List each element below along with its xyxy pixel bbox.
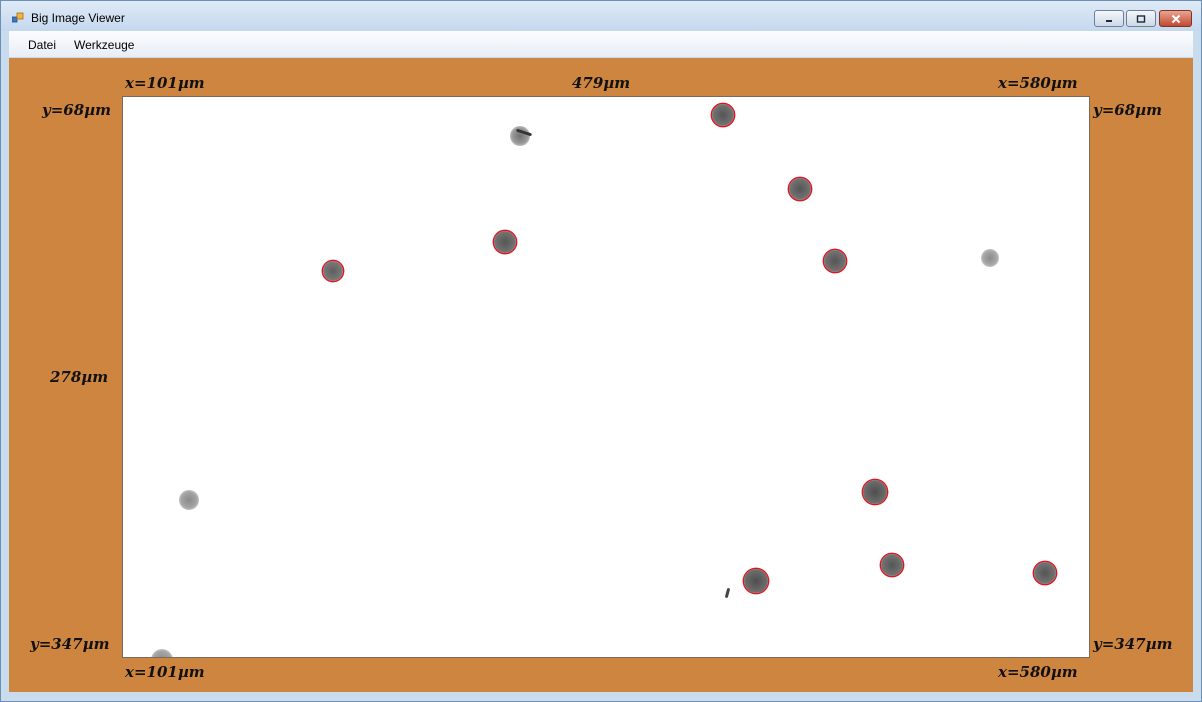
cell-detected[interactable] <box>1034 562 1056 584</box>
label-left-middle: 278µm <box>50 368 109 386</box>
viewer-canvas[interactable]: x=101µm 479µm x=580µm y=68µm 278µm y=347… <box>9 58 1193 692</box>
maximize-button[interactable] <box>1126 10 1156 27</box>
label-top-center: 479µm <box>572 74 631 92</box>
cell-detected[interactable] <box>824 250 846 272</box>
cell-detected[interactable] <box>712 104 734 126</box>
label-top-right-x: x=580µm <box>998 74 1078 92</box>
app-window: Big Image Viewer Datei Werkzeuge x=101µm… <box>0 0 1202 702</box>
close-icon <box>1160 11 1191 26</box>
label-bottom-right-x: x=580µm <box>998 663 1078 681</box>
cell-detected[interactable] <box>323 261 343 281</box>
menu-bar: Datei Werkzeuge <box>9 31 1193 57</box>
minimize-icon <box>1095 11 1123 26</box>
cell-detected[interactable] <box>789 178 811 200</box>
debris-mark <box>724 587 731 599</box>
minimize-button[interactable] <box>1094 10 1124 27</box>
cell-unmarked <box>981 249 999 267</box>
label-left-top-y: y=68µm <box>42 101 112 119</box>
cell-detected[interactable] <box>494 231 516 253</box>
microscope-image[interactable] <box>122 96 1090 658</box>
label-right-bottom-y: y=347µm <box>1093 635 1173 653</box>
window-title: Big Image Viewer <box>31 11 125 25</box>
cell-detected[interactable] <box>881 554 903 576</box>
label-bottom-left-x: x=101µm <box>125 663 205 681</box>
menu-item-werkzeuge[interactable]: Werkzeuge <box>74 38 134 52</box>
cell-unmarked <box>151 649 173 657</box>
menu-item-datei[interactable]: Datei <box>28 38 56 52</box>
cell-unmarked <box>179 490 199 510</box>
close-button[interactable] <box>1159 10 1192 27</box>
label-right-top-y: y=68µm <box>1093 101 1163 119</box>
label-top-left-x: x=101µm <box>125 74 205 92</box>
restore-icon <box>1127 11 1155 26</box>
app-windows-icon[interactable] <box>11 11 24 23</box>
label-left-bottom-y: y=347µm <box>30 635 110 653</box>
cell-detected[interactable] <box>744 569 768 593</box>
title-bar[interactable]: Big Image Viewer <box>1 1 1201 31</box>
cell-detected[interactable] <box>863 480 887 504</box>
